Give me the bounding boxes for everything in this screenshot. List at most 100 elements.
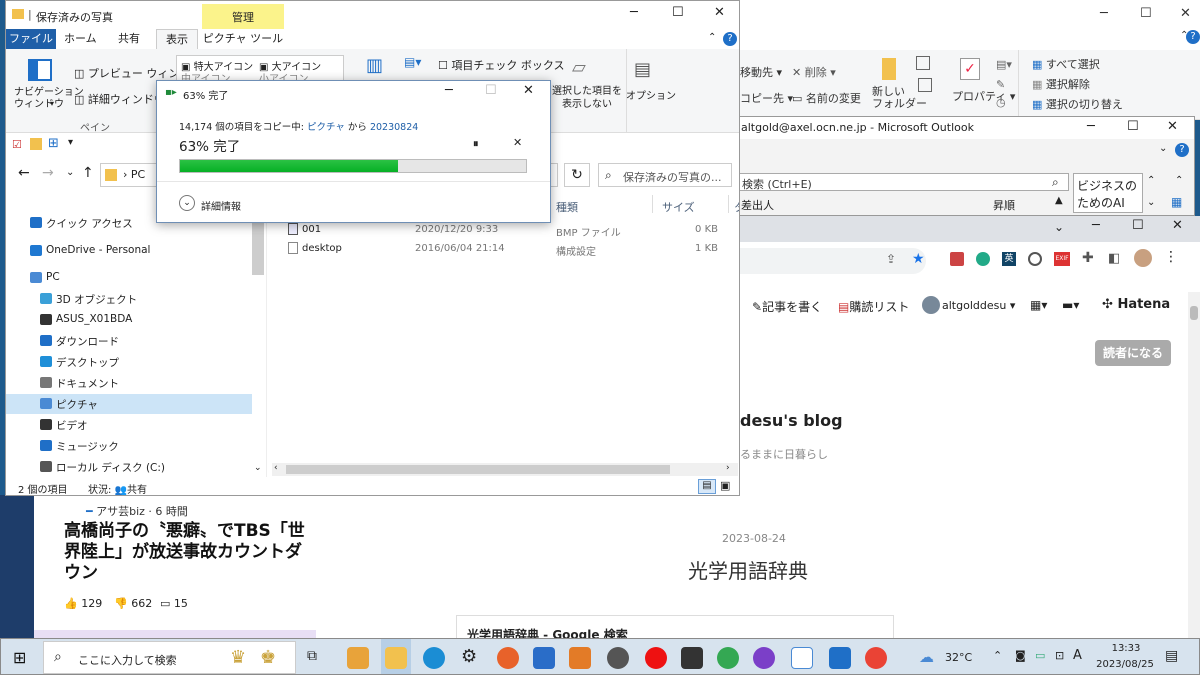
outlook-icon[interactable] bbox=[347, 647, 369, 669]
maximize-icon[interactable]: ☐ bbox=[672, 5, 684, 20]
search-box[interactable]: ⌕ 保存済みの写真の... bbox=[598, 163, 732, 187]
scroll-down-icon[interactable]: ⌄ bbox=[254, 463, 262, 473]
app-tray-icon[interactable]: ◙ bbox=[1015, 649, 1026, 662]
horizontal-scrollbar[interactable]: ‹ › bbox=[272, 463, 738, 476]
dislike-button[interactable]: 👎 662 bbox=[114, 597, 152, 610]
column-type[interactable]: 種類 bbox=[556, 199, 578, 215]
scroll-left-icon[interactable]: ‹ bbox=[274, 463, 278, 473]
sidebar-item[interactable]: デスクトップ bbox=[6, 352, 252, 372]
embed-card[interactable]: 光学用語辞典 - Google 検索 bbox=[456, 615, 894, 638]
sidebar-item[interactable]: ローカル ディスク (C:) bbox=[6, 457, 252, 477]
sidebar-item[interactable]: ミュージック bbox=[6, 436, 252, 456]
sidebar-item[interactable]: OneDrive - Personal bbox=[6, 241, 252, 261]
rename-button[interactable]: ▭ 名前の変更 bbox=[792, 90, 861, 106]
column-size[interactable]: サイズ bbox=[662, 199, 695, 215]
opera-icon[interactable] bbox=[645, 647, 667, 669]
delete-button[interactable]: ✕ 削除 ▾ bbox=[792, 64, 836, 80]
edit-icon[interactable]: ✎ bbox=[996, 78, 1005, 91]
scroll-right-icon[interactable]: › bbox=[726, 463, 730, 473]
globe-extension-icon[interactable] bbox=[976, 252, 990, 266]
blog-title[interactable]: desu's blog bbox=[740, 411, 843, 430]
chevron-down-icon[interactable]: ⌄ bbox=[1159, 143, 1167, 154]
group-by-icon[interactable]: ▤▾ bbox=[404, 55, 421, 69]
hide-selected-button[interactable]: 選択した項目を 表示しない bbox=[552, 85, 622, 111]
windows-start-icon[interactable]: ⊞ bbox=[13, 648, 26, 667]
destination-link[interactable]: 20230824 bbox=[370, 122, 418, 133]
user-menu[interactable]: altgolddesu ▾ bbox=[942, 299, 1015, 312]
source-link[interactable]: ピクチャ bbox=[307, 122, 345, 133]
expand-icon[interactable]: ⌄ bbox=[179, 195, 195, 211]
sort-by-icon[interactable]: ▥ bbox=[366, 55, 383, 76]
scroll-up-icon[interactable]: ⌃ bbox=[1147, 175, 1155, 186]
taskbar-search-input[interactable]: ここに入力して検索 bbox=[78, 652, 177, 668]
grid-icon[interactable]: ⊞ bbox=[48, 136, 59, 151]
copy-to-button[interactable]: コピー先 ▾ bbox=[740, 90, 793, 106]
close-icon[interactable]: ✕ bbox=[714, 5, 725, 20]
edge-icon[interactable] bbox=[423, 647, 445, 669]
store-icon[interactable] bbox=[533, 647, 555, 669]
pause-icon[interactable]: ⏸ bbox=[473, 137, 479, 151]
refresh-icon[interactable]: ↻ bbox=[564, 163, 590, 187]
close-icon[interactable]: ✕ bbox=[523, 83, 534, 98]
history-icon[interactable]: ◷ bbox=[996, 96, 1006, 109]
settings-gear-icon[interactable]: ⚙ bbox=[461, 646, 477, 667]
minimize-icon[interactable]: ─ bbox=[1100, 6, 1108, 21]
bookmark-star-icon[interactable]: ★ bbox=[912, 251, 925, 267]
scroll-up-icon[interactable]: ⌃ bbox=[1175, 175, 1183, 186]
table-row[interactable]: 001 2020/12/20 9:33 BMP ファイル 0 KB bbox=[268, 221, 728, 239]
recent-icon[interactable]: ⌄ bbox=[66, 167, 74, 178]
from-column[interactable]: 差出人 bbox=[741, 197, 774, 213]
sidebar-item[interactable]: ドキュメント bbox=[6, 373, 252, 393]
back-icon[interactable]: ← bbox=[18, 165, 30, 181]
large-icons-view-icon[interactable]: ▣ bbox=[720, 479, 730, 492]
help-icon[interactable]: ? bbox=[1175, 143, 1189, 157]
properties-button[interactable]: プロパティ ▾ bbox=[952, 88, 1015, 104]
customize-icon[interactable]: ▾ bbox=[68, 137, 73, 148]
chrome-icon[interactable] bbox=[717, 647, 739, 669]
hatena-logo[interactable]: ✣ Hatena bbox=[1102, 297, 1170, 312]
profile-avatar[interactable] bbox=[1134, 249, 1152, 267]
minimize-icon[interactable]: ─ bbox=[1087, 119, 1095, 134]
taskbar-search[interactable]: ⌕ ここに入力して検索 ♛ ♚ bbox=[43, 641, 296, 674]
ime-indicator[interactable]: A bbox=[1073, 648, 1082, 663]
side-panel-icon[interactable]: ◧ bbox=[1108, 251, 1120, 266]
sidebar-item[interactable]: ダウンロード bbox=[6, 331, 252, 351]
grid-menu-icon[interactable]: ▦▾ bbox=[1030, 298, 1047, 312]
search-input[interactable]: 保存済みの写真の... bbox=[623, 169, 722, 185]
move-button[interactable]: 移動先 ▾ bbox=[740, 64, 782, 80]
scrollbar-thumb[interactable] bbox=[1190, 306, 1198, 320]
share-icon[interactable]: ⇪ bbox=[886, 252, 896, 266]
close-icon[interactable]: ✕ bbox=[1172, 218, 1183, 233]
sidebar-item[interactable]: ASUS_X01BDA bbox=[6, 310, 252, 330]
select-none-button[interactable]: ▦ 選択解除 bbox=[1032, 76, 1090, 92]
new-item-icon[interactable] bbox=[916, 56, 930, 70]
search-icon[interactable]: ⌕ bbox=[1052, 175, 1059, 190]
sidebar-item[interactable]: ビデオ bbox=[6, 415, 252, 435]
calendar-icon[interactable]: ▦ bbox=[1171, 195, 1182, 209]
extension-icon[interactable] bbox=[950, 252, 964, 266]
tab-search-icon[interactable]: ⌄ bbox=[1054, 220, 1064, 234]
notepad-icon[interactable] bbox=[791, 647, 813, 669]
breadcrumb[interactable]: › PC bbox=[123, 168, 145, 181]
file-explorer-icon[interactable] bbox=[385, 647, 407, 669]
forward-icon[interactable]: → bbox=[42, 165, 54, 181]
comment-button[interactable]: ▭ 15 bbox=[160, 597, 188, 610]
chrome-profile-icon[interactable] bbox=[865, 647, 887, 669]
minimize-icon[interactable]: ─ bbox=[630, 5, 638, 20]
help-icon[interactable]: ? bbox=[723, 32, 737, 46]
exif-extension-icon[interactable]: EXIF bbox=[1054, 252, 1070, 266]
chat-extension-icon[interactable] bbox=[1028, 252, 1042, 266]
outlook-search-box[interactable]: 検索 (Ctrl+E) ⌕ bbox=[739, 173, 1069, 191]
select-all-button[interactable]: ▦ すべて選択 bbox=[1032, 56, 1100, 72]
options-button[interactable]: オプション bbox=[626, 87, 676, 102]
check-icon[interactable]: ☑ bbox=[12, 138, 22, 151]
post-title[interactable]: 光学用語辞典 bbox=[688, 555, 808, 584]
like-button[interactable]: 👍 129 bbox=[64, 597, 102, 610]
chevron-up-icon[interactable]: ⌃ bbox=[708, 32, 716, 43]
easy-access-icon[interactable] bbox=[918, 78, 932, 92]
column-tag[interactable]: タ bbox=[734, 199, 739, 215]
notification-center-icon[interactable]: ▤ bbox=[1165, 648, 1178, 664]
outlook-search-input[interactable]: 検索 (Ctrl+E) bbox=[742, 176, 812, 192]
minimize-icon[interactable]: ─ bbox=[445, 83, 453, 98]
vpn-icon[interactable] bbox=[753, 647, 775, 669]
